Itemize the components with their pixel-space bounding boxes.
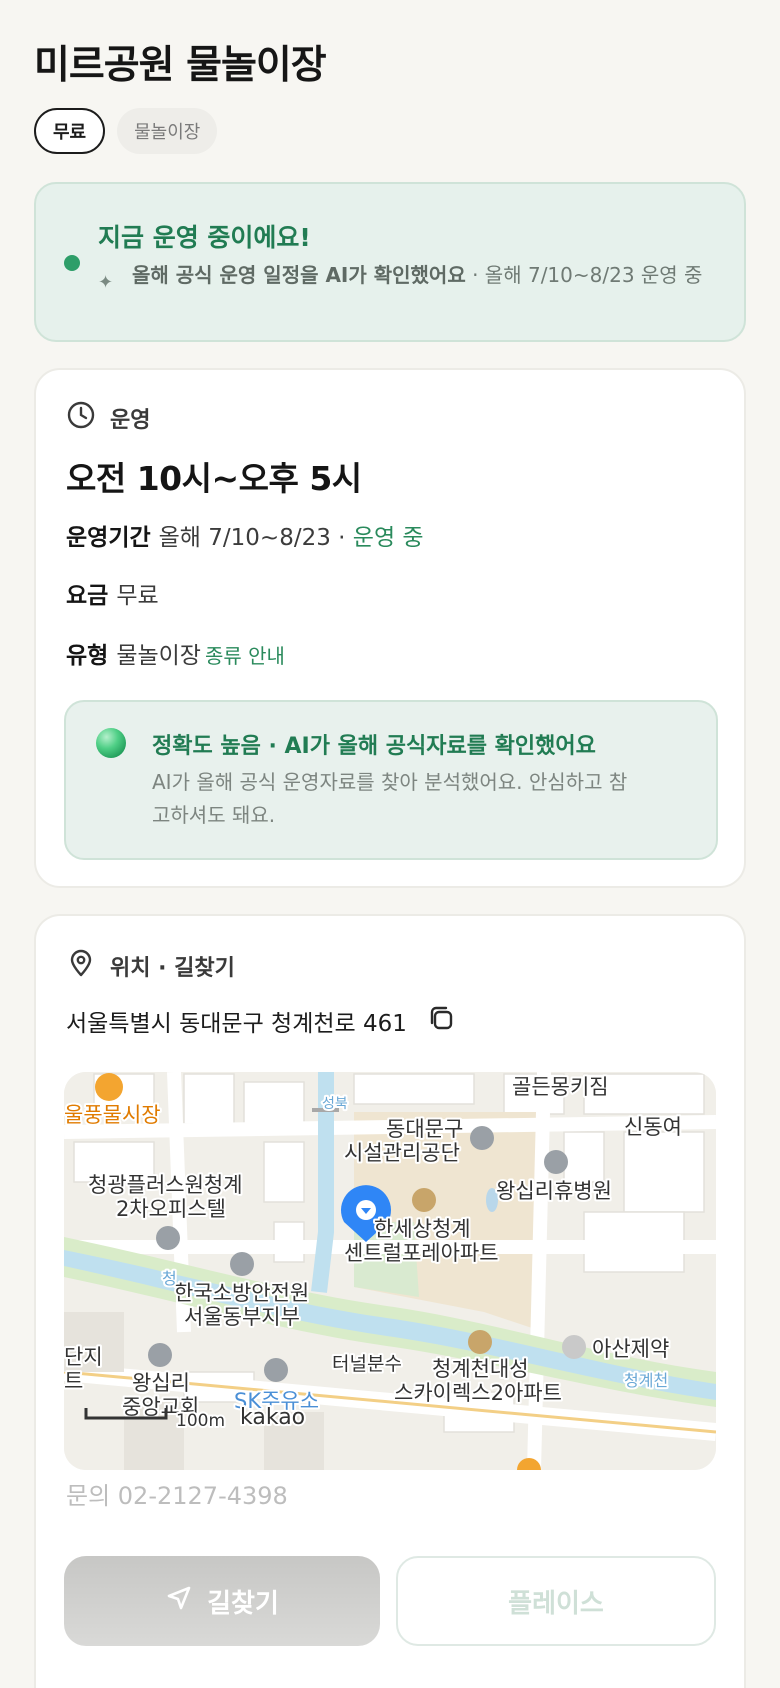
map-label-sindong: 신동여	[624, 1115, 682, 1139]
directions-button[interactable]: 길찾기	[64, 1556, 380, 1646]
map-label-officetel2: 2차오피스텔	[116, 1197, 226, 1221]
operating-hours: 오전 10시~오후 5시	[66, 459, 362, 498]
place-button[interactable]: 플레이스	[396, 1556, 716, 1646]
map-label-asan: 아산제약	[592, 1337, 669, 1361]
location-pin-icon	[66, 948, 96, 984]
address-row: 서울특별시 동대문구 청계천로 461	[66, 1004, 455, 1038]
map-label-market: 울풍물시장	[64, 1103, 161, 1127]
type-label: 유형	[66, 643, 109, 669]
accuracy-box: 정확도 높음 · AI가 올해 공식자료를 확인했어요 AI가 올해 공식 운영…	[64, 700, 718, 860]
address-text: 서울특별시 동대문구 청계천로 461	[66, 1011, 407, 1037]
period-row: 운영기간 올해 7/10~8/23 · 운영 중	[66, 518, 424, 552]
status-desc-rest: · 올해 7/10~8/23 운영 중	[465, 263, 703, 287]
operation-heading-label: 운영	[110, 408, 151, 433]
map-label-sungbuk: 성북	[322, 1096, 348, 1112]
map-scale-label: 100m	[176, 1411, 225, 1431]
map-label-danji1: 단지	[64, 1345, 103, 1369]
map-label-apt2: 센트럴포레아파트	[344, 1241, 499, 1265]
status-dot-icon	[64, 255, 80, 271]
clock-icon	[66, 400, 96, 436]
navigation-arrow-icon	[165, 1584, 193, 1619]
map-view[interactable]: 울풍물시장 골든몽키짐 동대문구 시설관리공단 신동여 청광플러스원청계 2차오…	[64, 1072, 716, 1470]
type-guide-link[interactable]: 종류 안내	[205, 644, 285, 668]
map-label-stream: 청계천	[624, 1371, 668, 1390]
accuracy-title: 정확도 높음 · AI가 올해 공식자료를 확인했어요	[152, 734, 596, 759]
fee-row: 요금 무료	[66, 576, 159, 610]
map-label-sky1: 청계천대성	[432, 1357, 529, 1381]
action-buttons: 길찾기 플레이스	[64, 1556, 716, 1646]
status-desc-bold: 올해 공식 운영 일정을 AI가 확인했어요	[132, 263, 466, 287]
location-card: 위치 · 길찾기 서울특별시 동대문구 청계천로 461 울풍물시장 골든몽키짐…	[34, 914, 746, 1688]
tag-free[interactable]: 무료	[34, 108, 106, 154]
directions-button-label: 길찾기	[207, 1588, 279, 1619]
location-heading: 위치 · 길찾기	[66, 948, 235, 984]
accuracy-description: AI가 올해 공식 운영자료를 찾아 분석했어요. 안심하고 참고하셔도 돼요.	[152, 770, 628, 827]
map-label-sky2: 스카이렉스2아파트	[394, 1381, 562, 1405]
map-label-facility1: 동대문구	[386, 1117, 463, 1141]
map-label-church1: 왕십리	[132, 1371, 190, 1395]
period-status: 운영 중	[352, 525, 424, 551]
tag-category[interactable]: 물놀이장	[117, 108, 218, 154]
status-title: 지금 운영 중이에요!	[98, 223, 311, 252]
map-label-stream-left: 청	[162, 1269, 177, 1288]
status-banner: 지금 운영 중이에요! ✦ 올해 공식 운영 일정을 AI가 확인했어요 · 올…	[34, 182, 746, 342]
map-label-fountain: 터널분수	[332, 1353, 402, 1375]
period-value: 올해 7/10~8/23 ·	[158, 525, 346, 551]
operation-heading: 운영	[66, 400, 150, 436]
operation-card: 운영 오전 10시~오후 5시 운영기간 올해 7/10~8/23 · 운영 중 …	[34, 368, 746, 888]
tag-list: 무료 물놀이장	[34, 108, 218, 154]
map-label-danji2: 트	[64, 1369, 83, 1393]
type-row: 유형 물놀이장 종류 안내	[66, 636, 285, 670]
location-heading-label: 위치 · 길찾기	[110, 956, 235, 981]
map-label-fire2: 서울동부지부	[184, 1305, 300, 1329]
sparkle-icon: ✦	[98, 272, 114, 293]
fee-label: 요금	[66, 583, 109, 609]
status-description: 올해 공식 운영 일정을 AI가 확인했어요 · 올해 7/10~8/23 운영…	[132, 261, 722, 290]
place-button-label: 플레이스	[508, 1588, 604, 1619]
period-label: 운영기간	[66, 525, 151, 551]
map-brand-label: kakao	[240, 1405, 305, 1430]
map-label-facility2: 시설관리공단	[344, 1141, 460, 1165]
copy-icon[interactable]	[427, 1004, 455, 1038]
map-label-apt1: 한세상청계	[374, 1217, 471, 1241]
page: 미르공원 물놀이장 무료 물놀이장 지금 운영 중이에요! ✦ 올해 공식 운영…	[0, 0, 780, 1688]
map-label-hospital: 왕십리휴병원	[496, 1179, 612, 1203]
map-label-fire1: 한국소방안전원	[174, 1281, 309, 1305]
map-label-officetel1: 청광플러스원청계	[88, 1173, 243, 1197]
type-value: 물놀이장	[116, 643, 201, 669]
contact-phone[interactable]: 문의 02-2127-4398	[66, 1476, 288, 1511]
fee-value: 무료	[116, 583, 159, 609]
page-title: 미르공원 물놀이장	[34, 43, 327, 88]
accuracy-orb-icon	[96, 728, 126, 758]
map-label-golden: 골든몽키짐	[512, 1075, 609, 1099]
